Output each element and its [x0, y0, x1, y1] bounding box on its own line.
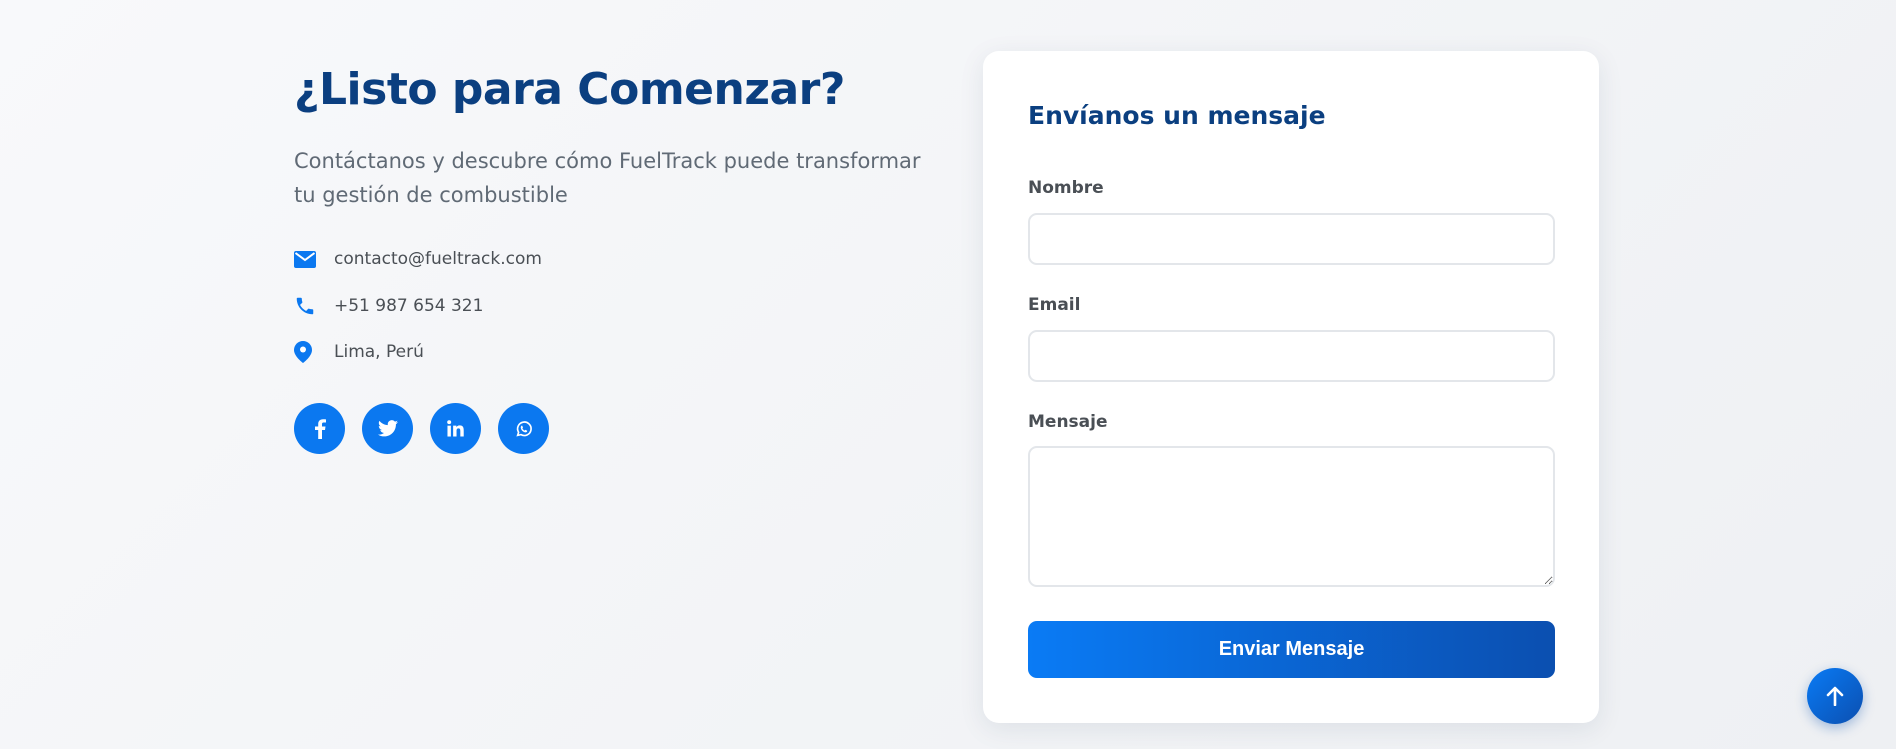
email-input[interactable] — [1028, 330, 1555, 382]
section-subtitle: Contáctanos y descubre cómo FuelTrack pu… — [294, 149, 921, 207]
whatsapp-button[interactable] — [498, 403, 549, 454]
name-input[interactable] — [1028, 213, 1555, 265]
message-label: Mensaje — [1028, 412, 1108, 432]
envelope-icon — [294, 250, 334, 268]
social-links — [294, 403, 549, 454]
contact-list: contacto@fueltrack.com +51 987 654 321 L… — [294, 246, 934, 365]
phone-icon — [294, 295, 334, 317]
contact-location: Lima, Perú — [294, 339, 934, 365]
contact-info: ¿Listo para Comenzar? Contáctanos y desc… — [294, 60, 934, 454]
contact-form-card: Envíanos un mensaje Nombre Email Mensaje… — [983, 51, 1599, 723]
map-pin-icon — [294, 341, 334, 363]
linkedin-icon — [447, 420, 464, 437]
email-label: Email — [1028, 295, 1081, 315]
send-message-button[interactable]: Enviar Mensaje — [1028, 621, 1555, 678]
contact-location-text: Lima, Perú — [334, 342, 424, 362]
section-title: ¿Listo para Comenzar? — [294, 64, 845, 115]
twitter-button[interactable] — [362, 403, 413, 454]
message-textarea[interactable] — [1028, 446, 1555, 587]
form-title: Envíanos un mensaje — [1028, 101, 1326, 130]
whatsapp-icon — [515, 420, 532, 436]
facebook-icon — [314, 418, 326, 439]
linkedin-button[interactable] — [430, 403, 481, 454]
contact-phone-text: +51 987 654 321 — [334, 295, 484, 316]
facebook-button[interactable] — [294, 403, 345, 454]
contact-email-text[interactable]: contacto@fueltrack.com — [334, 249, 542, 269]
name-label: Nombre — [1028, 178, 1104, 198]
arrow-up-icon — [1826, 686, 1844, 706]
scroll-to-top-button[interactable] — [1807, 668, 1863, 724]
twitter-icon — [377, 420, 398, 437]
contact-email: contacto@fueltrack.com — [294, 246, 934, 272]
contact-phone: +51 987 654 321 — [294, 293, 934, 319]
